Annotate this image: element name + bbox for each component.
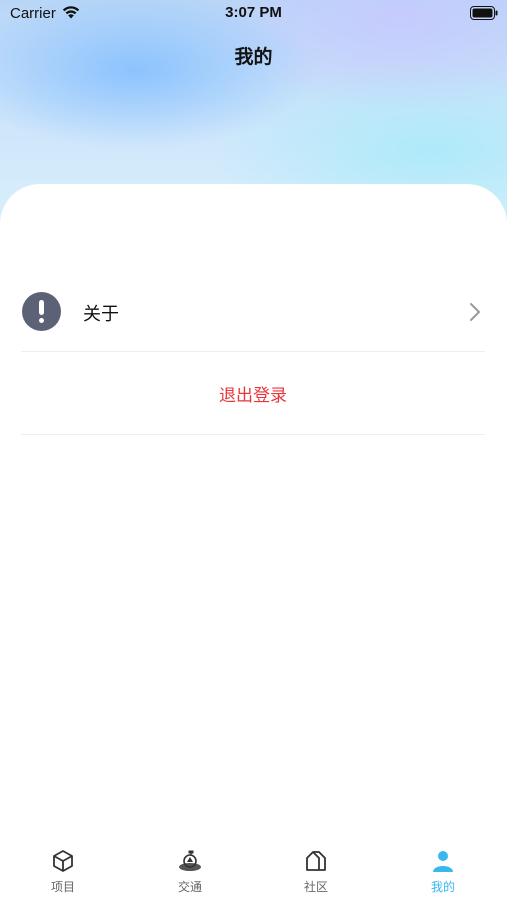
tab-projects[interactable]: 项目 <box>0 840 126 900</box>
tab-bar: 项目 交通 社区 我的 <box>0 840 507 900</box>
traffic-icon <box>179 850 201 871</box>
status-bar: Carrier 3:07 PM <box>0 0 507 28</box>
menu-item-label: 关于 <box>83 304 119 325</box>
status-time: 3:07 PM <box>225 4 282 21</box>
tab-label: 我的 <box>430 880 455 894</box>
logout-label: 退出登录 <box>219 386 287 406</box>
tab-traffic[interactable]: 交通 <box>127 840 253 900</box>
tab-label: 项目 <box>50 880 75 894</box>
logout-button[interactable]: 退出登录 <box>21 352 485 435</box>
page-title: 我的 <box>234 46 273 68</box>
tab-label: 交通 <box>177 880 202 894</box>
cube-icon <box>53 850 73 872</box>
info-exclamation-icon <box>22 292 61 331</box>
house-icon <box>306 851 326 871</box>
menu-item-about[interactable]: 关于 <box>21 292 485 352</box>
tab-community[interactable]: 社区 <box>253 840 379 900</box>
chevron-right-icon <box>470 303 480 321</box>
person-icon <box>433 851 453 872</box>
tab-mine[interactable]: 我的 <box>380 840 506 900</box>
battery-icon <box>470 6 498 20</box>
tab-label: 社区 <box>303 880 328 894</box>
